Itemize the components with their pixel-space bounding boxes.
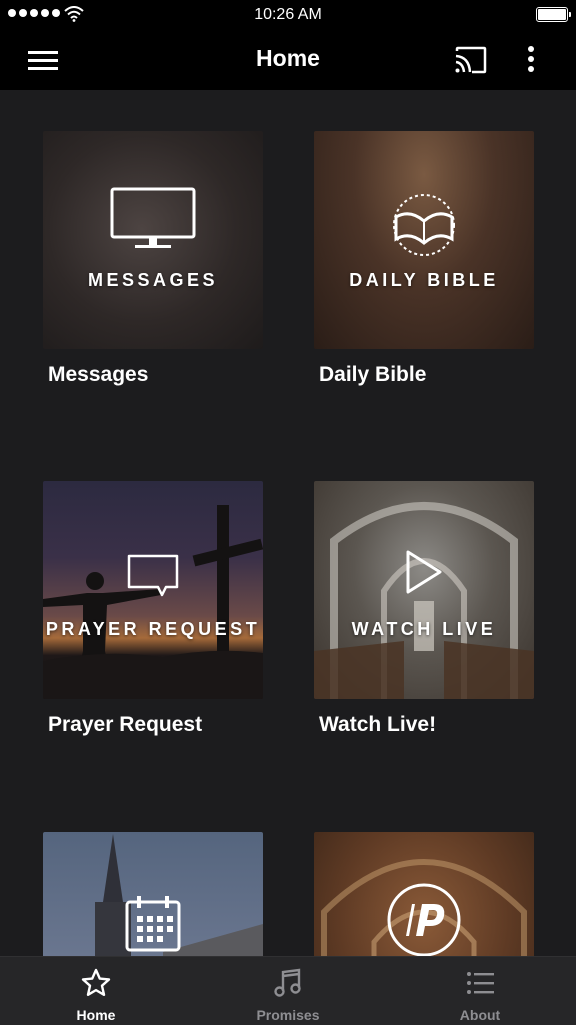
star-icon: [81, 968, 111, 996]
app-bar: Home: [0, 30, 576, 90]
tab-label: Home: [76, 1007, 116, 1023]
podcast-tile-image[interactable]: [314, 832, 534, 956]
watch-live-tile-image[interactable]: WATCH LIVE: [314, 481, 534, 699]
tab-about[interactable]: About: [384, 957, 576, 1025]
tile-caption: WATCH LIVE: [351, 619, 497, 639]
calendar-icon: [125, 896, 181, 952]
tile-caption: PRAYER REQUEST: [45, 619, 261, 639]
status-bar: 10:26 AM: [0, 0, 576, 30]
tile-label: Messages: [48, 363, 149, 386]
tile-label: Prayer Request: [48, 713, 203, 736]
tile-caption: MESSAGES: [87, 270, 219, 290]
play-icon: [406, 550, 442, 594]
more-vertical-icon[interactable]: [516, 42, 546, 78]
daily-bible-tile-image[interactable]: DAILY BIBLE: [314, 131, 534, 349]
status-time: 10:26 AM: [254, 6, 322, 23]
tile-podcast[interactable]: [314, 832, 534, 956]
open-book-icon: [393, 194, 455, 256]
monitor-icon: [110, 187, 196, 248]
tile-watch-live[interactable]: WATCH LIVE Watch Live!: [314, 481, 534, 737]
events-tile-image[interactable]: [43, 832, 263, 956]
tile-label: Daily Bible: [319, 363, 427, 386]
podcast-p-icon: [387, 883, 461, 956]
tab-promises[interactable]: Promises: [192, 957, 384, 1025]
cast-icon[interactable]: [450, 42, 490, 78]
tile-caption: DAILY BIBLE: [349, 270, 499, 290]
tile-daily-bible[interactable]: DAILY BIBLE Daily Bible: [314, 131, 534, 387]
battery-icon: [536, 7, 571, 22]
tab-label: Promises: [256, 1007, 320, 1023]
tile-prayer-request[interactable]: PRAYER REQUEST Prayer Request: [43, 481, 263, 737]
speech-bubble-icon: [127, 554, 179, 597]
list-icon: [467, 972, 494, 994]
tile-grid: MESSAGES Messages DAILY BIBLE Daily Bibl…: [0, 90, 576, 956]
tab-bar: Home Promises About: [0, 956, 576, 1025]
tile-messages[interactable]: MESSAGES Messages: [43, 131, 263, 387]
tab-label: About: [459, 1007, 501, 1023]
tab-home[interactable]: Home: [0, 957, 192, 1025]
messages-tile-image[interactable]: MESSAGES: [43, 131, 263, 349]
tile-events[interactable]: [43, 832, 263, 956]
tile-label: Watch Live!: [319, 713, 437, 736]
prayer-request-tile-image[interactable]: PRAYER REQUEST: [43, 481, 263, 699]
music-note-icon: [274, 968, 301, 997]
